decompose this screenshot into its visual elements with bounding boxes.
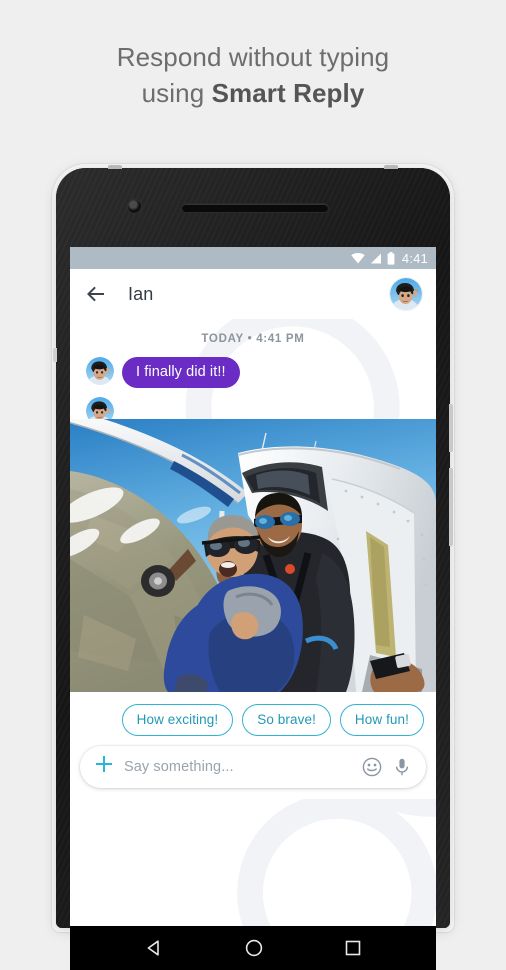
- plus-icon[interactable]: [94, 755, 114, 780]
- message-row-text: I finally did it!!: [70, 357, 436, 388]
- phone-device: 4:41 Ian TODAY • 4:41 PM I finally did i…: [53, 165, 453, 970]
- composer-container: Say something...: [70, 746, 436, 799]
- nav-home-icon[interactable]: [244, 938, 264, 958]
- back-arrow-icon[interactable]: [84, 282, 108, 306]
- nav-recents-icon[interactable]: [344, 939, 362, 957]
- day-divider: TODAY • 4:41 PM: [201, 333, 305, 345]
- message-input[interactable]: Say something...: [124, 759, 352, 775]
- battery-icon: [387, 251, 395, 265]
- nav-back-icon[interactable]: [144, 938, 164, 958]
- status-bar-time: 4:41: [401, 250, 428, 266]
- sender-avatar[interactable]: [86, 357, 114, 385]
- promo-line-1: Respond without typing: [116, 42, 390, 72]
- volume-button[interactable]: [449, 468, 453, 546]
- message-photo-block[interactable]: [70, 419, 436, 692]
- front-camera-icon: [128, 200, 141, 213]
- promo-line-2-prefix: using: [141, 77, 212, 108]
- promo-line-2: using Smart Reply: [0, 76, 506, 112]
- wifi-icon: [351, 252, 365, 264]
- message-bubble[interactable]: I finally did it!!: [122, 357, 240, 388]
- microphone-icon[interactable]: [392, 757, 412, 777]
- skydiving-photo[interactable]: [70, 419, 436, 692]
- phone-left-antenna: [53, 348, 57, 362]
- promo-headline: Respond without typing using Smart Reply: [0, 40, 506, 112]
- phone-top-antenna-right: [384, 165, 398, 169]
- promo-line-2-emphasis: Smart Reply: [211, 77, 365, 108]
- smart-reply-chips: How exciting! So brave! How fun!: [70, 692, 436, 746]
- status-bar: 4:41: [70, 247, 436, 269]
- message-composer: Say something...: [80, 746, 426, 788]
- page-title: Ian: [128, 283, 154, 304]
- earpiece-speaker-icon: [182, 204, 328, 212]
- android-nav-bar: [70, 926, 436, 970]
- contact-avatar[interactable]: [390, 278, 422, 310]
- phone-top-antenna-left: [108, 165, 122, 169]
- conversation-area: TODAY • 4:41 PM I finally did it!! How e…: [70, 319, 436, 926]
- phone-screen: 4:41 Ian TODAY • 4:41 PM I finally did i…: [70, 247, 436, 926]
- emoji-icon[interactable]: [362, 757, 382, 777]
- smart-reply-chip-3[interactable]: How fun!: [339, 704, 424, 736]
- smart-reply-chip-1[interactable]: How exciting!: [121, 704, 234, 736]
- smart-reply-chip-2[interactable]: So brave!: [242, 704, 331, 736]
- power-button[interactable]: [449, 404, 453, 452]
- app-bar: Ian: [70, 269, 436, 319]
- cell-signal-icon: [370, 253, 382, 264]
